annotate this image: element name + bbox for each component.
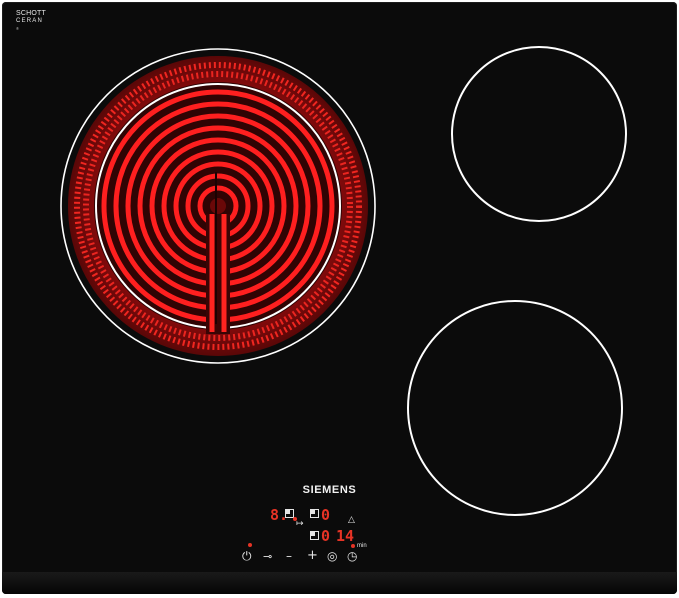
power-indicator	[248, 543, 252, 547]
timer-digit-left: 0	[321, 527, 331, 545]
hold-arrow-icon: ↦	[296, 519, 304, 529]
timer-unit-label: min	[357, 543, 367, 549]
rear-right-zone[interactable]	[451, 46, 627, 222]
brand-label: SIEMENS	[302, 484, 357, 496]
siemens-brand: SIEMENS	[0, 484, 679, 496]
cooking-zones	[60, 46, 627, 516]
front-right-zone[interactable]	[407, 300, 623, 516]
child-lock-key-icon[interactable]: ⊸	[263, 551, 272, 562]
coil-center	[210, 198, 226, 214]
zone-selector-icon-2[interactable]	[310, 509, 319, 518]
bell-icon[interactable]: △	[348, 516, 355, 525]
dual-zone-active[interactable]	[60, 48, 376, 364]
minus-button[interactable]: –	[286, 550, 292, 562]
timer-indicator	[351, 544, 355, 548]
power-icon[interactable]: ⏻	[242, 550, 252, 562]
zone-2-level-display: 0	[321, 506, 331, 524]
plus-button[interactable]: +	[307, 549, 318, 562]
timer-digits-right: 14	[336, 527, 355, 545]
target-icon[interactable]: ◎	[327, 550, 337, 562]
zone-selector-icon-3[interactable]	[310, 531, 319, 540]
clock-icon[interactable]: ◷	[347, 550, 357, 562]
